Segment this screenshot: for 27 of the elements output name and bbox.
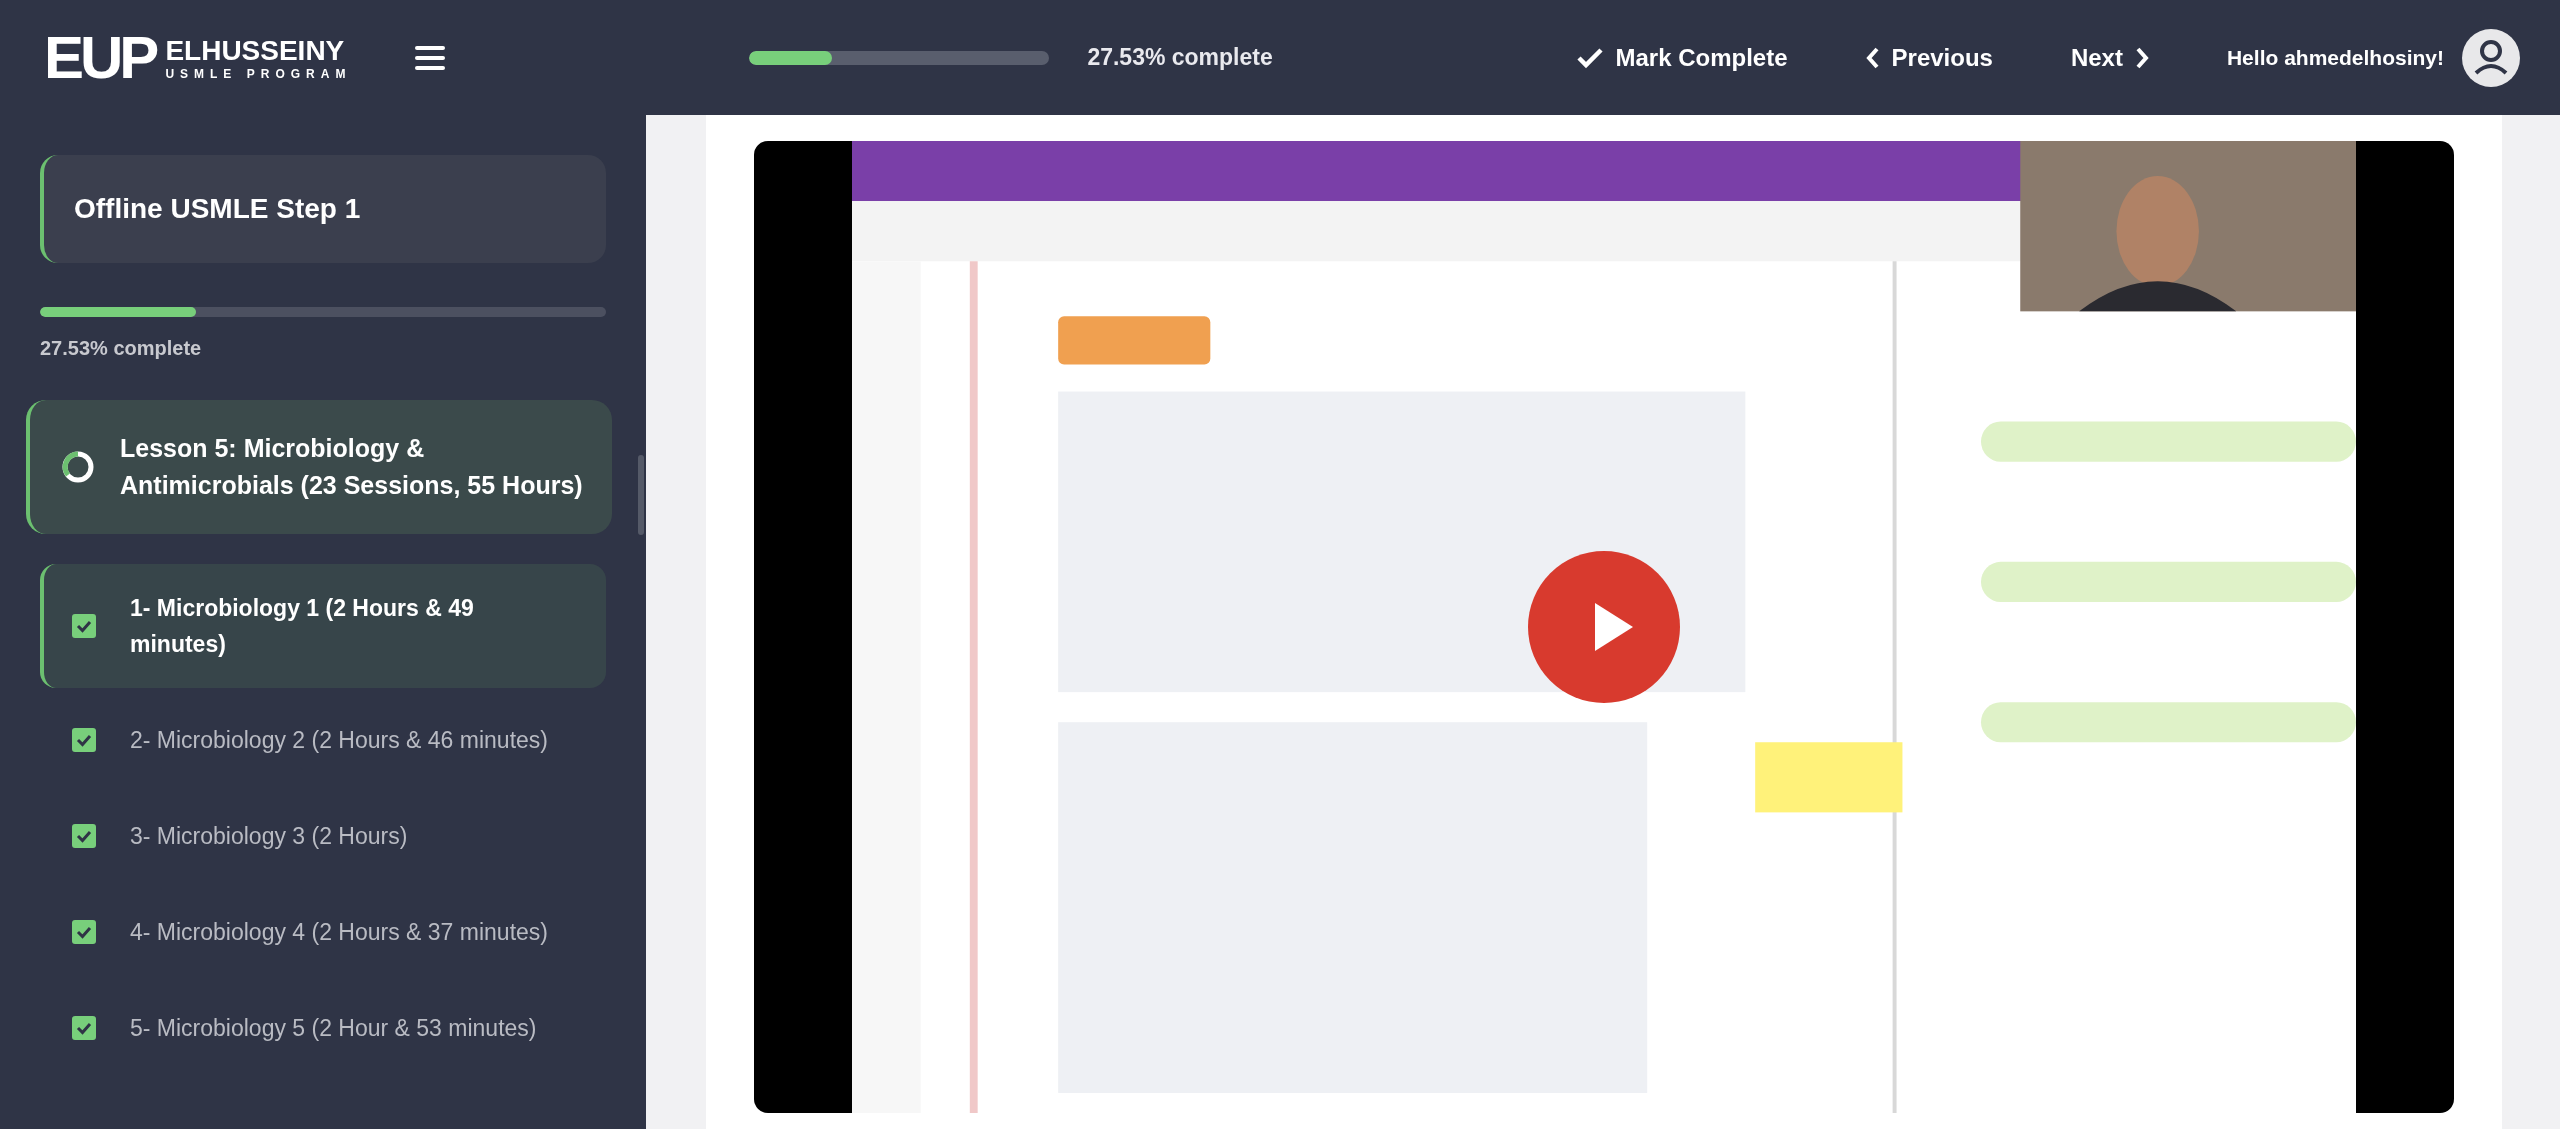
logo-name: ELHUSSEINY: [165, 34, 346, 67]
check-icon: [1577, 46, 1604, 69]
logo-mark: EUP: [44, 27, 156, 88]
progress-label: 27.53% complete: [40, 337, 203, 360]
lesson-item[interactable]: 4- Microbiology 4 (2 Hours & 37 minutes): [40, 888, 606, 976]
chevron-left-icon: [1865, 46, 1880, 69]
logo-tagline: USMLE PROGRAM: [165, 66, 352, 81]
lesson-item[interactable]: 3- Microbiology 3 (2 Hours): [40, 792, 606, 880]
lesson-header[interactable]: Lesson 5: Microbiology & Antimicrobials (23 Sessions, 55 Hours): [26, 400, 612, 534]
lesson-item[interactable]: 5- Microbiology 5 (2 Hour & 53 minutes): [40, 984, 606, 1072]
next-button[interactable]: Next: [2070, 43, 2149, 72]
checkbox[interactable]: [72, 824, 96, 848]
lesson-item[interactable]: 1- Microbiology 1 (2 Hours & 49 minutes): [40, 564, 606, 688]
chevron-right-icon: [2134, 46, 2149, 69]
mark-complete-button[interactable]: Mark Complete: [1577, 43, 1788, 72]
spinner-icon: [60, 449, 96, 485]
checkbox[interactable]: [72, 920, 96, 944]
scrollbar[interactable]: [638, 455, 644, 535]
previous-button[interactable]: Previous: [1865, 43, 1993, 72]
avatar-icon[interactable]: [2462, 28, 2520, 87]
greeting: Hello ahmedelhosiny!: [2226, 45, 2444, 70]
checkbox[interactable]: [72, 1016, 96, 1040]
checkbox[interactable]: [72, 728, 96, 752]
progress-label: 27.53% complete: [1087, 44, 1273, 71]
course-title: Offline USMLE Step 1: [40, 155, 606, 263]
checkbox[interactable]: [72, 614, 96, 638]
lesson-item[interactable]: 2- Microbiology 2 (2 Hours & 46 minutes): [40, 696, 606, 784]
